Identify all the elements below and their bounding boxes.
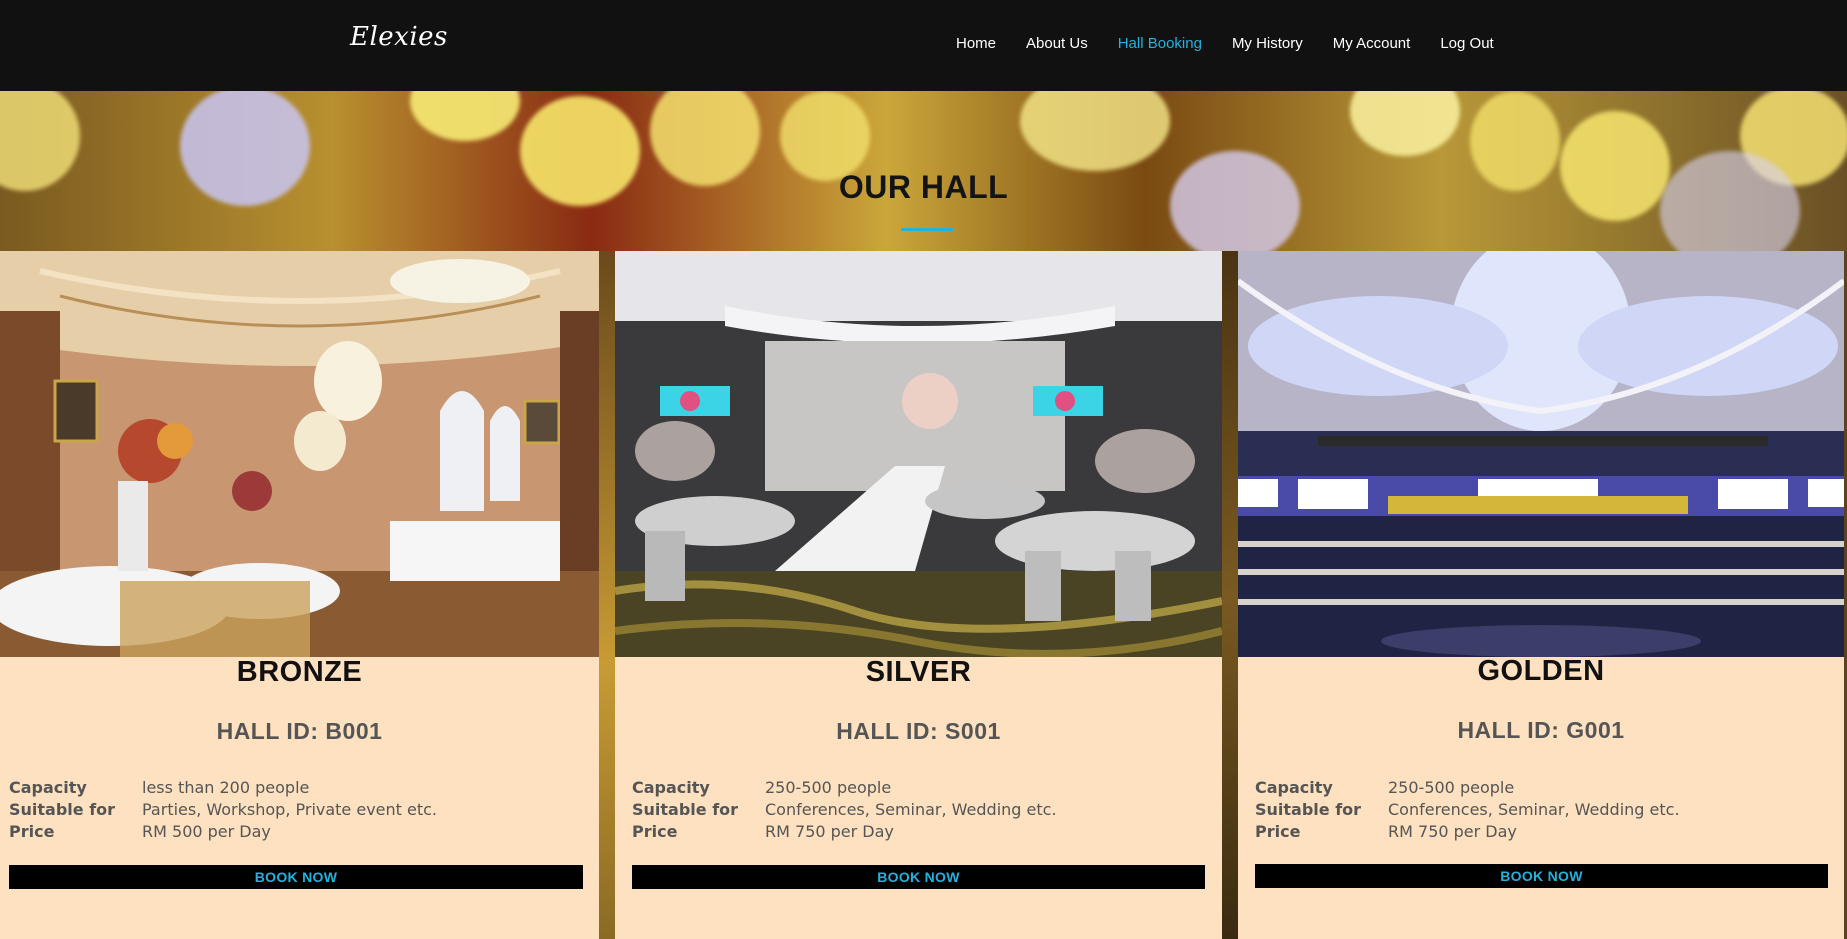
spec-label: Price [1255, 822, 1301, 841]
top-navbar: Elexies Home About Us Hall Booking My Hi… [0, 0, 1847, 91]
page-title: OUR HALL [838, 169, 1009, 205]
spec-suitable-for: Suitable for Conferences, Seminar, Weddi… [1255, 799, 1680, 821]
nav-my-account-link[interactable]: My Account [1333, 35, 1411, 52]
spec-capacity: Capacity 250-500 people [632, 777, 891, 799]
spec-value: RM 750 per Day [1388, 822, 1517, 841]
spec-label: Price [632, 822, 678, 841]
spec-value: Conferences, Seminar, Wedding etc. [765, 800, 1057, 819]
spec-label: Suitable for [1255, 800, 1362, 819]
spec-value: 250-500 people [765, 778, 892, 797]
hall-id: HALL ID: B001 [216, 718, 383, 744]
hall-card-silver: SILVER HALL ID: S001 Capacity 250-500 pe… [615, 251, 1222, 939]
spec-value: RM 500 per Day [142, 822, 271, 841]
spec-price: Price RM 500 per Day [9, 821, 271, 843]
nav-hall-booking-link[interactable]: Hall Booking [1118, 35, 1202, 52]
spec-value: 250-500 people [1388, 778, 1515, 797]
bokeh-light [780, 91, 870, 181]
title-underline [901, 228, 953, 231]
hall-id: HALL ID: S001 [836, 718, 1001, 744]
nav-log-out-link[interactable]: Log Out [1440, 35, 1493, 52]
brand-logo[interactable]: Elexies [350, 22, 448, 52]
spec-label: Capacity [632, 778, 710, 797]
hero-banner: OUR HALL [0, 91, 1847, 251]
bokeh-light [1350, 91, 1460, 156]
bokeh-light [1020, 91, 1170, 171]
background-gap [599, 251, 615, 939]
spec-value: less than 200 people [142, 778, 310, 797]
hall-name: BRONZE [236, 656, 363, 688]
spec-value: Conferences, Seminar, Wedding etc. [1388, 800, 1680, 819]
spec-value: Parties, Workshop, Private event etc. [142, 800, 438, 819]
hall-name: SILVER [865, 656, 972, 688]
main-nav: Home About Us Hall Booking My History My… [956, 35, 1524, 52]
spec-suitable-for: Suitable for Parties, Workshop, Private … [9, 799, 437, 821]
book-now-button[interactable]: BOOK NOW [1255, 864, 1828, 888]
spec-label: Suitable for [632, 800, 739, 819]
spec-price: Price RM 750 per Day [632, 821, 894, 843]
spec-label: Capacity [1255, 778, 1333, 797]
hall-photo [0, 251, 599, 657]
spec-value: RM 750 per Day [765, 822, 894, 841]
hall-name: GOLDEN [1477, 655, 1605, 687]
nav-home-link[interactable]: Home [956, 35, 996, 52]
nav-about-us-link[interactable]: About Us [1026, 35, 1088, 52]
spec-label: Price [9, 822, 55, 841]
spec-capacity: Capacity less than 200 people [9, 777, 309, 799]
book-now-button[interactable]: BOOK NOW [632, 865, 1205, 889]
background-gap [1222, 251, 1238, 939]
spec-suitable-for: Suitable for Conferences, Seminar, Weddi… [632, 799, 1057, 821]
hall-photo [615, 251, 1222, 657]
nav-my-history-link[interactable]: My History [1232, 35, 1303, 52]
hall-card-bronze: BRONZE HALL ID: B001 Capacity less than … [0, 251, 599, 939]
hall-id: HALL ID: G001 [1457, 717, 1625, 743]
hall-card-golden: GOLDEN HALL ID: G001 Capacity 250-500 pe… [1238, 251, 1844, 939]
hall-photo [1238, 251, 1844, 657]
spec-capacity: Capacity 250-500 people [1255, 777, 1514, 799]
spec-label: Capacity [9, 778, 87, 797]
spec-label: Suitable for [9, 800, 116, 819]
book-now-button[interactable]: BOOK NOW [9, 865, 583, 889]
spec-price: Price RM 750 per Day [1255, 821, 1517, 843]
bokeh-light [410, 91, 520, 141]
